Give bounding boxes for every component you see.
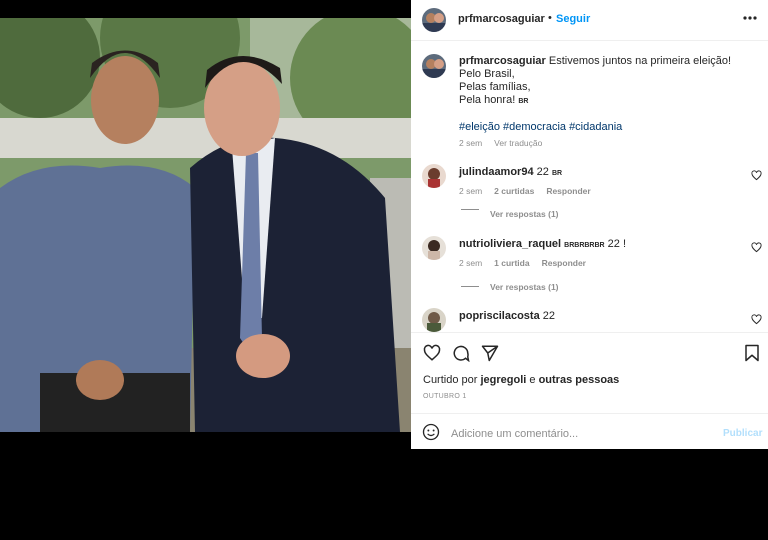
caption-line-2: Pelo Brasil, <box>459 68 515 80</box>
heart-icon[interactable] <box>751 314 762 325</box>
comment-age: 2 sem <box>459 186 483 196</box>
comment-avatar-image <box>422 308 446 332</box>
caption-avatar-image <box>422 54 446 78</box>
caption: prfmarcosaguiar Estivemos juntos na prim… <box>459 55 759 148</box>
post-header: prfmarcosaguiar • Seguir <box>411 0 768 41</box>
comment-avatar[interactable] <box>422 236 446 260</box>
comment-1: julindaamor94 22 BR 2 sem 2 curtidas Respo… <box>459 166 591 196</box>
caption-avatar[interactable] <box>422 54 446 78</box>
liked-by-others[interactable]: outras pessoas <box>539 374 620 386</box>
comment-username[interactable]: popriscilacosta <box>459 310 540 322</box>
share-icon[interactable] <box>481 344 499 362</box>
caption-line-4: Pela honra! <box>459 94 516 106</box>
translate-link[interactable]: Ver tradução <box>494 138 542 148</box>
comment-input[interactable]: Adicione um comentário... <box>451 428 578 440</box>
author-username[interactable]: prfmarcosaguiar <box>458 13 545 25</box>
flag-badge: BR <box>518 98 529 105</box>
like-heart-icon[interactable] <box>423 344 441 362</box>
publish-button[interactable]: Publicar <box>723 428 762 439</box>
follow-button[interactable]: Seguir <box>556 13 590 25</box>
author-avatar[interactable] <box>422 8 446 32</box>
comment-likes[interactable]: 1 curtida <box>494 258 529 268</box>
view-replies[interactable]: Ver respostas (1) <box>490 282 559 292</box>
post-photo-illustration <box>0 18 411 432</box>
separator-dot: • <box>548 12 552 24</box>
comment-icon[interactable] <box>452 344 470 362</box>
comment-text: 22 <box>536 166 549 178</box>
comment-badge: BR <box>551 170 563 177</box>
hashtags[interactable]: #eleição #democracia #cidadania <box>459 121 759 134</box>
comment-3: popriscilacosta 22 <box>411 300 768 332</box>
divider <box>411 332 768 333</box>
reply-button[interactable]: Responder <box>546 186 590 196</box>
comment-text: 22 <box>542 310 556 322</box>
liked-by-prefix: Curtido por <box>423 374 478 386</box>
replies-line <box>461 286 479 287</box>
comment-likes[interactable]: 2 curtidas <box>494 186 534 196</box>
comment-2: nutrioliviera_raquel BRBRBRBR 22 ! 2 sem… <box>459 238 626 268</box>
reply-button[interactable]: Responder <box>542 258 586 268</box>
comment-text: 22 ! <box>607 238 627 250</box>
comment-box: Adicione um comentário... Publicar <box>411 413 768 450</box>
post-photo[interactable] <box>0 18 411 432</box>
post-date: OUTUBRO 1 <box>423 393 467 400</box>
caption-age: 2 sem <box>459 138 483 148</box>
liked-by-user[interactable]: jegregoli <box>480 374 526 386</box>
comment-age: 2 sem <box>459 258 483 268</box>
liked-by-conj: e <box>529 374 536 386</box>
comment-username[interactable]: nutrioliviera_raquel <box>459 238 561 250</box>
comment-badge: BRBRBRBR <box>564 242 605 249</box>
more-icon[interactable] <box>743 16 757 20</box>
comment-username[interactable]: julindaamor94 <box>459 166 534 178</box>
heart-icon[interactable] <box>751 170 762 181</box>
caption-line-1: Estivemos juntos na primeira eleição! <box>548 55 732 67</box>
post-panel: prfmarcosaguiar • Seguir prfmarcosaguiar… <box>411 0 768 449</box>
comment-avatar[interactable] <box>422 164 446 188</box>
author-avatar-image <box>422 8 446 32</box>
comment-avatar[interactable] <box>422 308 446 332</box>
caption-line-3: Pelas famílias, <box>459 81 531 93</box>
bookmark-icon[interactable] <box>744 344 760 362</box>
view-replies[interactable]: Ver respostas (1) <box>490 209 559 219</box>
liked-by: Curtido por jegregoli e outras pessoas <box>423 374 619 387</box>
heart-icon[interactable] <box>751 242 762 253</box>
replies-line <box>461 209 479 210</box>
caption-username[interactable]: prfmarcosaguiar <box>459 55 546 67</box>
comment-avatar-image <box>422 236 446 260</box>
emoji-icon[interactable] <box>422 423 440 441</box>
comment-avatar-image <box>422 164 446 188</box>
